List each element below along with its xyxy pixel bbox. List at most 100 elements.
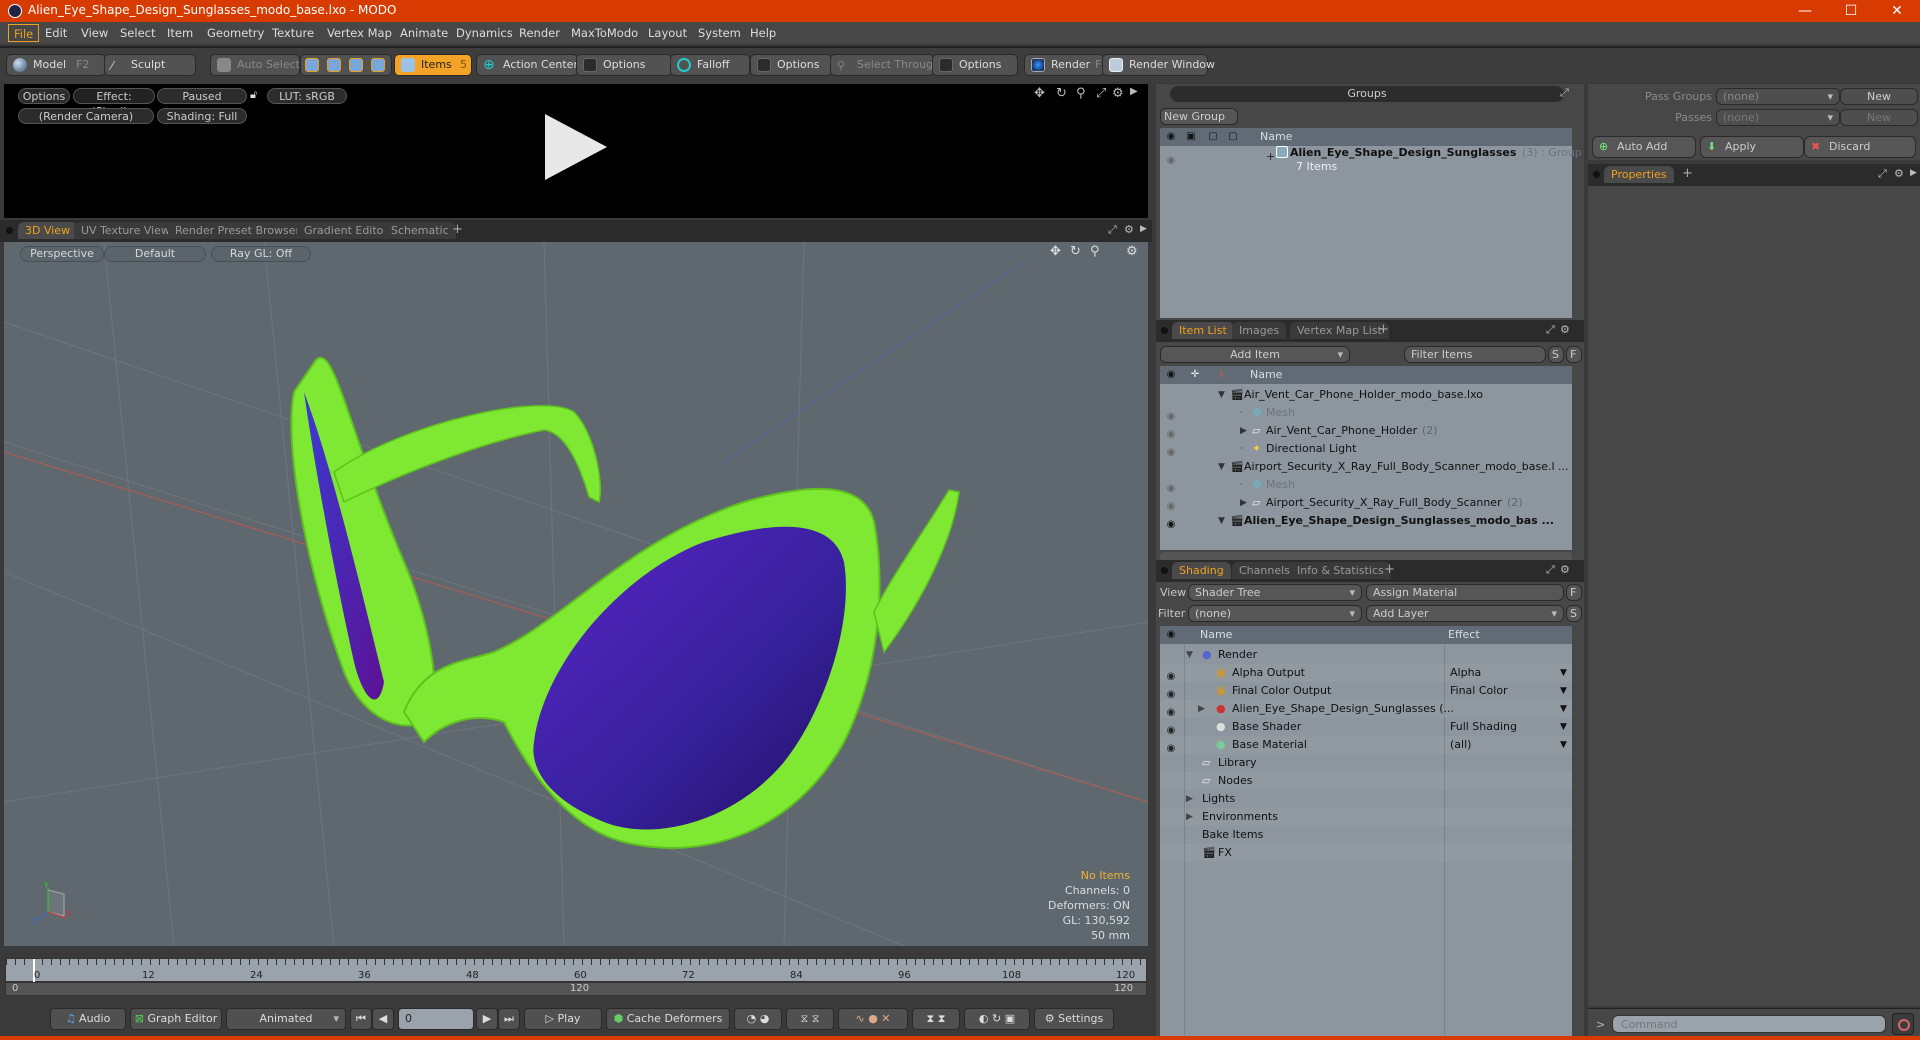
new-pass-group-button[interactable]: New bbox=[1840, 88, 1918, 105]
visibility-toggle-icon[interactable]: ◉ bbox=[1164, 686, 1178, 700]
visibility-column-icon[interactable]: ◉ bbox=[1164, 369, 1178, 380]
add-tab-button[interactable]: + bbox=[452, 222, 463, 237]
go-to-start-button[interactable]: ⏮ bbox=[350, 1008, 372, 1030]
maximize-icon[interactable]: ⤢ bbox=[1878, 167, 1887, 181]
expand-arrow-icon[interactable]: ▼ bbox=[1186, 646, 1193, 664]
menu-dynamics[interactable]: Dynamics bbox=[451, 24, 518, 42]
gear-icon[interactable]: ⚙ bbox=[1894, 167, 1904, 180]
add-layer-dropdown[interactable]: Add Layer bbox=[1366, 605, 1564, 622]
move-icon[interactable]: ✥ bbox=[1050, 244, 1061, 259]
menu-layout[interactable]: Layout bbox=[643, 24, 692, 42]
filter-items-input[interactable]: Filter Items bbox=[1404, 346, 1546, 363]
visibility-toggle-icon[interactable]: ◉ bbox=[1164, 740, 1178, 754]
new-group-button[interactable]: New Group bbox=[1160, 108, 1238, 125]
visibility-toggle-icon[interactable]: ◉ bbox=[1164, 704, 1178, 718]
expand-arrow-icon[interactable]: ▼ bbox=[1218, 512, 1225, 530]
shader-row[interactable]: ◉ ▣ Final Color Output Final Color ▼ bbox=[1160, 682, 1572, 700]
shader-row[interactable]: ▼ ● Render bbox=[1160, 646, 1572, 664]
expand-arrow-icon[interactable]: ▶ bbox=[1140, 224, 1147, 234]
shader-row[interactable]: ◉ ● Base Shader Full Shading ▼ bbox=[1160, 718, 1572, 736]
rotate-icon[interactable]: ↻ bbox=[1056, 86, 1067, 101]
action-center-options-button[interactable]: Options bbox=[576, 54, 672, 76]
rotate-icon[interactable]: ↻ bbox=[1070, 244, 1081, 259]
gear-icon[interactable]: ⚙ bbox=[1560, 323, 1570, 336]
filter-s-button[interactable]: S bbox=[1548, 346, 1564, 363]
effect-dropdown[interactable]: Full Shading bbox=[1450, 718, 1517, 736]
filter-dropdown[interactable]: (none) bbox=[1188, 605, 1362, 622]
shader-row[interactable]: ▶ Environments bbox=[1160, 808, 1572, 826]
vertices-mode-icon[interactable] bbox=[305, 58, 319, 72]
visibility-toggle-icon[interactable]: ◉ bbox=[1164, 426, 1178, 440]
visibility-toggle-icon[interactable]: ◉ bbox=[1164, 444, 1178, 458]
item-row[interactable]: ▼ 🎬︎ Airport_Security_X_Ray_Full_Body_Scan… bbox=[1160, 458, 1572, 476]
item-row[interactable]: ◉ · ✦ Directional Light bbox=[1160, 440, 1572, 458]
zoom-icon[interactable]: ⚲ bbox=[1076, 86, 1086, 101]
paused-button[interactable]: Paused bbox=[157, 88, 247, 104]
menu-file[interactable]: File bbox=[8, 24, 40, 42]
unlock-icon[interactable]: 🔓︎ bbox=[250, 88, 262, 102]
effect-dropdown[interactable]: Final Color bbox=[1450, 682, 1508, 700]
chevron-down-icon[interactable]: ▼ bbox=[1560, 664, 1567, 682]
shader-row[interactable]: ◉ ▣ Alpha Output Alpha ▼ bbox=[1160, 664, 1572, 682]
shader-row[interactable]: ▱ Library bbox=[1160, 754, 1572, 772]
apply-button[interactable]: ⬇ Apply bbox=[1700, 136, 1804, 158]
play-button[interactable]: ▷ Play bbox=[524, 1008, 602, 1030]
expand-arrow-icon[interactable]: ▶ bbox=[1910, 168, 1917, 178]
expand-arrow-icon[interactable]: ▶ bbox=[1240, 494, 1247, 512]
visibility-toggle-icon[interactable]: ◉ bbox=[1164, 668, 1178, 682]
tab-properties[interactable]: Properties bbox=[1604, 166, 1674, 183]
items-mode-button[interactable]: Items 5 bbox=[394, 54, 472, 76]
shading-f-button[interactable]: F bbox=[1566, 584, 1582, 601]
viewport-3d[interactable]: Perspective Default Ray GL: Off ✥ ↻ ⚲ ⚙ … bbox=[4, 242, 1148, 946]
filter-f-button[interactable]: F bbox=[1566, 346, 1582, 363]
expand-arrow-icon[interactable]: ▶ bbox=[1186, 808, 1193, 826]
edges-mode-icon[interactable] bbox=[327, 58, 341, 72]
auto-select-button[interactable]: Auto Select bbox=[210, 54, 300, 76]
menu-select[interactable]: Select bbox=[115, 24, 160, 42]
new-pass-button[interactable]: New bbox=[1840, 109, 1918, 126]
tab-uv-texture-view[interactable]: UV Texture View bbox=[74, 222, 177, 239]
zoom-icon[interactable]: ⚲ bbox=[1090, 244, 1100, 259]
preview-options-button[interactable]: Options bbox=[18, 88, 70, 104]
effect-dropdown[interactable]: Effect: (Shadi... bbox=[73, 88, 155, 118]
keyframe-tools-3[interactable]: ⧗ ⧗ bbox=[912, 1008, 960, 1030]
gear-icon[interactable]: ⚙ bbox=[1560, 563, 1570, 576]
expand-arrow-icon[interactable]: ▶ bbox=[1130, 86, 1138, 97]
range-slider[interactable]: 0 120 120 bbox=[5, 982, 1147, 996]
animated-dropdown[interactable]: Animated bbox=[226, 1008, 346, 1030]
tab-item-list[interactable]: Item List bbox=[1172, 322, 1234, 339]
tab-gradient-editor[interactable]: Gradient Editor bbox=[297, 222, 395, 239]
visibility-toggle-icon[interactable]: ◉ bbox=[1164, 408, 1178, 422]
visibility-toggle-icon[interactable]: ◉ bbox=[1164, 498, 1178, 512]
add-tab-button[interactable]: + bbox=[1378, 322, 1389, 337]
discard-button[interactable]: ✖ Discard bbox=[1804, 136, 1916, 158]
transform-column-icon[interactable]: ✛ bbox=[1188, 369, 1202, 380]
axis-column-icon[interactable]: ⅄ bbox=[1214, 369, 1228, 380]
play-icon[interactable] bbox=[545, 114, 607, 180]
shader-row[interactable]: ▱ Nodes bbox=[1160, 772, 1572, 790]
add-item-dropdown[interactable]: Add Item bbox=[1160, 346, 1350, 363]
previous-key-button[interactable]: ◀ bbox=[372, 1008, 394, 1030]
effect-dropdown[interactable]: Alpha bbox=[1450, 664, 1481, 682]
view-dropdown[interactable]: Shader Tree bbox=[1188, 584, 1362, 601]
falloff-options-button[interactable]: Options bbox=[750, 54, 832, 76]
name-column-header[interactable]: Name bbox=[1250, 368, 1282, 381]
cache-deformers-button[interactable]: ⬢ Cache Deformers bbox=[606, 1008, 730, 1030]
move-icon[interactable]: ✥ bbox=[1034, 86, 1045, 101]
materials-mode-icon[interactable] bbox=[371, 58, 385, 72]
add-tab-button[interactable]: + bbox=[1682, 166, 1693, 181]
add-tab-button[interactable]: + bbox=[1384, 562, 1395, 577]
key-record-tools[interactable]: ∿ ● ✕ bbox=[838, 1008, 908, 1030]
item-row[interactable]: ◉ ▶ ▱ Airport_Security_X_Ray_Full_Body_Scan… bbox=[1160, 494, 1572, 512]
gear-icon[interactable]: ⚙ bbox=[1124, 223, 1134, 236]
item-row[interactable]: ◉ ▼ 🎬︎ Alien_Eye_Shape_Design_Sunglasses_mo… bbox=[1160, 512, 1572, 530]
menu-geometry[interactable]: Geometry bbox=[202, 24, 269, 42]
sculpt-mode-button[interactable]: ⁄ Sculpt bbox=[104, 54, 196, 76]
tab-images[interactable]: Images bbox=[1232, 322, 1287, 339]
tab-info-statistics[interactable]: Info & Statistics bbox=[1290, 562, 1391, 579]
name-column-header[interactable]: Name bbox=[1260, 130, 1292, 143]
shader-row[interactable]: ▶ Lights bbox=[1160, 790, 1572, 808]
menu-render[interactable]: Render bbox=[514, 24, 565, 42]
menu-texture[interactable]: Texture bbox=[267, 24, 319, 42]
chevron-down-icon[interactable]: ▼ bbox=[1560, 682, 1567, 700]
